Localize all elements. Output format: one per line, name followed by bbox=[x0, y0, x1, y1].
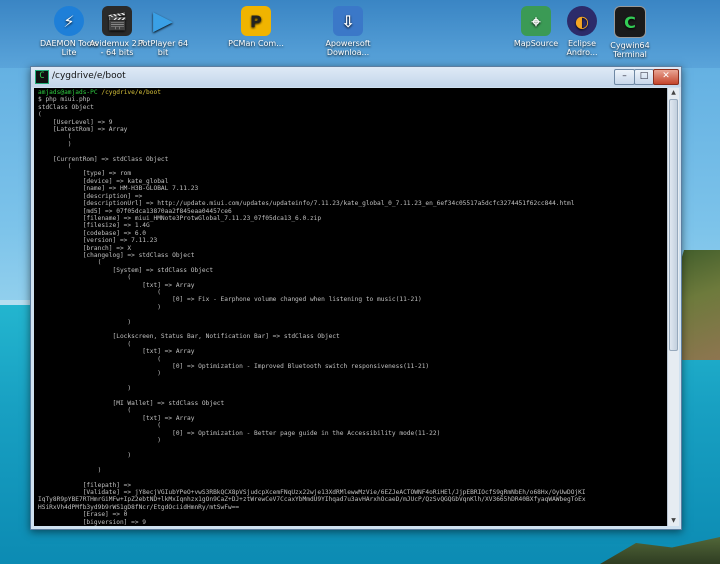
terminal-text: amjads@amjads-PC /cygdrive/e/boot $ php … bbox=[34, 88, 667, 526]
scroll-up-arrow-icon[interactable]: ▲ bbox=[668, 88, 679, 98]
potplayer-icon: ▶ bbox=[153, 5, 173, 36]
vertical-scrollbar[interactable]: ▲ ▼ bbox=[667, 88, 679, 526]
prompt-user: amjads@amjads-PC bbox=[38, 89, 98, 96]
desktop-icon-potplayer[interactable]: ▶ PotPlayer 64 bit bbox=[133, 5, 193, 58]
scrollbar-thumb[interactable] bbox=[669, 99, 678, 351]
terminal-output-area[interactable]: amjads@amjads-PC /cygdrive/e/boot $ php … bbox=[34, 88, 667, 526]
mapsource-icon: ⌖ bbox=[521, 6, 551, 36]
apowersoft-icon: ⇩ bbox=[333, 6, 363, 36]
terminal-window[interactable]: C /cygdrive/e/boot – □ ✕ amjads@amjads-P… bbox=[30, 66, 682, 530]
daemon-tools-icon: ⚡ bbox=[54, 6, 84, 36]
window-title: /cygdrive/e/boot bbox=[52, 71, 126, 81]
cygwin-terminal-icon[interactable]: C bbox=[35, 70, 49, 84]
prompt-path: /cygdrive/e/boot bbox=[101, 89, 161, 96]
desktop-icon-apowersoft[interactable]: ⇩ Apowersoft Downloa... bbox=[318, 6, 378, 57]
avidemux-icon: 🎬 bbox=[102, 6, 132, 36]
eclipse-icon: ◐ bbox=[567, 6, 597, 36]
desktop-icon-cygwin[interactable]: C Cygwin64 Terminal bbox=[600, 6, 660, 59]
desktop-icon-pcman[interactable]: P PCMan Com... bbox=[226, 6, 286, 48]
minimize-button[interactable]: – bbox=[614, 69, 635, 85]
close-button[interactable]: ✕ bbox=[653, 69, 679, 85]
maximize-button[interactable]: □ bbox=[634, 69, 654, 85]
scroll-down-arrow-icon[interactable]: ▼ bbox=[668, 516, 679, 526]
cygwin-icon: C bbox=[614, 6, 646, 38]
pcman-icon: P bbox=[241, 6, 271, 36]
terminal-output: stdClass Object ( [UserLevel] => 9 [Late… bbox=[38, 103, 586, 526]
window-titlebar[interactable]: C /cygdrive/e/boot – □ ✕ bbox=[31, 67, 681, 87]
terminal-command: $ php miui.php bbox=[38, 96, 91, 104]
